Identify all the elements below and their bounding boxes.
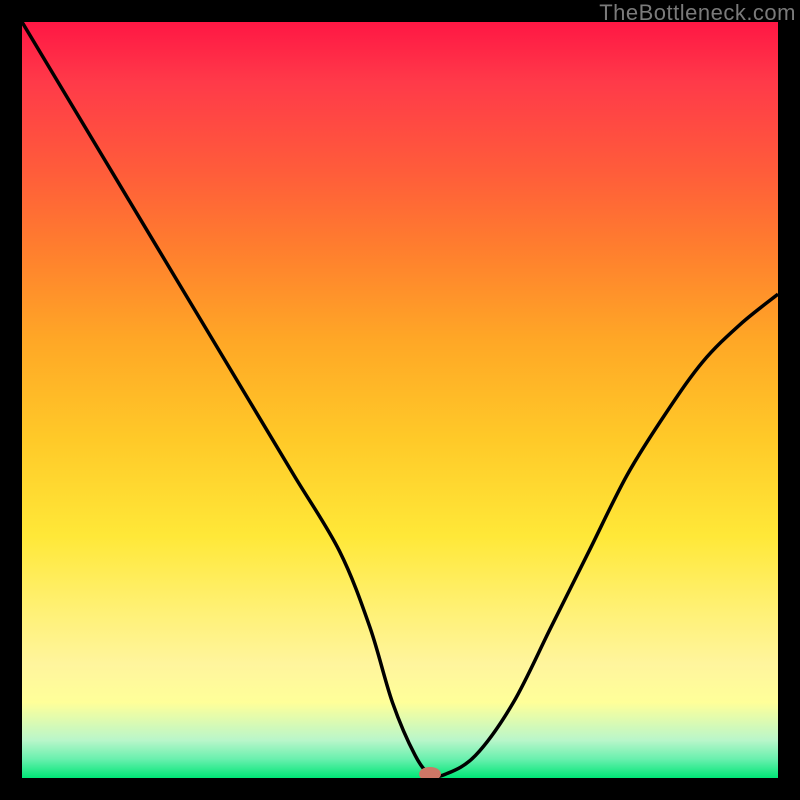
minimum-marker — [419, 767, 441, 778]
watermark-text: TheBottleneck.com — [599, 0, 796, 26]
plot-area — [22, 22, 778, 778]
curve-line — [22, 22, 778, 778]
chart-frame — [22, 22, 778, 778]
